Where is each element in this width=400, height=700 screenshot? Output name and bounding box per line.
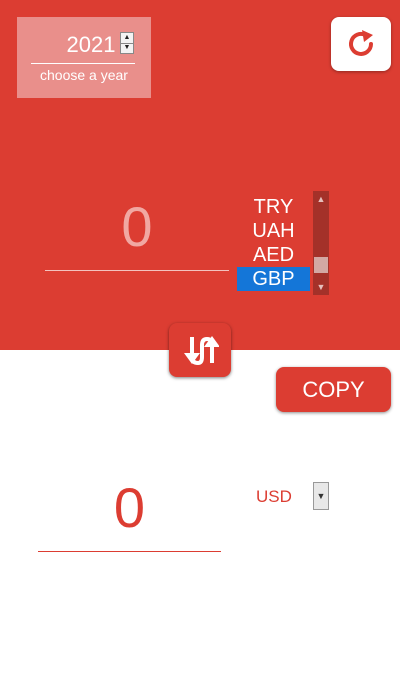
year-decrement-button[interactable]: ▼ <box>121 43 133 53</box>
refresh-icon <box>349 30 373 56</box>
scroll-down-icon[interactable]: ▼ <box>313 279 329 295</box>
scroll-up-icon[interactable]: ▲ <box>313 191 329 207</box>
from-currency-list[interactable]: TRY UAH AED GBP <box>237 195 310 295</box>
year-underline <box>31 63 135 64</box>
currency-option[interactable]: AED <box>237 243 310 267</box>
to-amount-output: 0 <box>113 476 146 539</box>
source-panel: 2021 ▲ ▼ choose a year 0 TRY UAH AED GBP… <box>0 0 400 350</box>
copy-button[interactable]: COPY <box>276 367 391 412</box>
year-picker[interactable]: 2021 ▲ ▼ choose a year <box>17 17 151 98</box>
swap-arrows-icon <box>184 336 219 365</box>
currency-list-scrollbar[interactable]: ▲ ▼ <box>313 191 329 295</box>
swap-currencies-button[interactable] <box>169 323 231 377</box>
from-amount-underline <box>45 270 229 271</box>
scroll-thumb[interactable] <box>314 257 328 273</box>
year-spinner[interactable]: ▲ ▼ <box>120 32 134 54</box>
year-hint: choose a year <box>40 67 128 83</box>
to-currency-select[interactable]: USD <box>256 485 316 509</box>
from-amount-input[interactable]: 0 <box>45 195 229 259</box>
to-amount-underline <box>38 551 221 552</box>
currency-option[interactable]: UAH <box>237 219 310 243</box>
currency-option[interactable]: TRY <box>237 195 310 219</box>
currency-option-selected[interactable]: GBP <box>237 267 310 291</box>
refresh-button[interactable] <box>331 17 391 71</box>
chevron-down-icon[interactable]: ▼ <box>313 482 329 510</box>
